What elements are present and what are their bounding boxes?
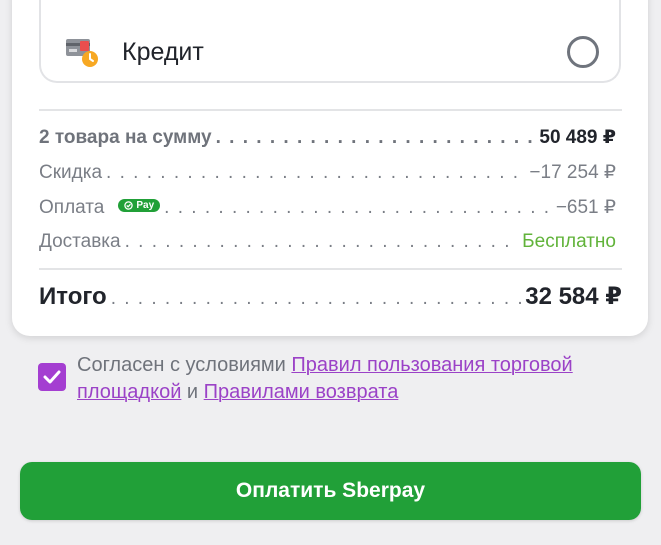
agreement-conjunction: и bbox=[181, 381, 204, 403]
payment-label: Оплата bbox=[39, 197, 105, 218]
agreement-checkbox[interactable] bbox=[38, 363, 66, 391]
summary-divider-bottom bbox=[39, 268, 622, 270]
summary-divider-top bbox=[39, 109, 622, 111]
sber-check-icon bbox=[124, 201, 134, 210]
pay-sberpay-button[interactable]: Оплатить Sberpay bbox=[20, 462, 641, 520]
summary-row-delivery: Доставка Бесплатно bbox=[39, 231, 616, 253]
leader-dots bbox=[164, 197, 552, 219]
leader-dots bbox=[111, 288, 522, 310]
credit-option-radio[interactable] bbox=[567, 36, 599, 68]
delivery-value: Бесплатно bbox=[522, 231, 616, 252]
total-label: Итого bbox=[39, 283, 107, 310]
leader-dots bbox=[125, 231, 519, 253]
agreement-prefix: Согласен с условиями bbox=[77, 354, 292, 376]
delivery-label: Доставка bbox=[39, 231, 121, 252]
total-value: 32 584 ₽ bbox=[525, 283, 622, 310]
checkmark-icon bbox=[43, 370, 61, 384]
leader-dots bbox=[216, 127, 536, 149]
payment-value: −651 ₽ bbox=[555, 197, 616, 218]
credit-option-label: Кредит bbox=[122, 38, 204, 66]
items-label: 2 товара на сумму bbox=[39, 127, 212, 148]
summary-row-items: 2 товара на сумму 50 489 ₽ bbox=[39, 126, 616, 149]
sberpay-badge: Pay bbox=[118, 199, 161, 212]
summary-row-discount: Скидка −17 254 ₽ bbox=[39, 161, 616, 184]
credit-card-clock-icon bbox=[64, 36, 102, 68]
summary-row-total: Итого 32 584 ₽ bbox=[39, 282, 622, 311]
returns-link[interactable]: Правилами возврата bbox=[204, 381, 399, 403]
summary-row-payment: Оплата Pay −651 ₽ bbox=[39, 196, 616, 219]
items-value: 50 489 ₽ bbox=[539, 127, 616, 148]
leader-dots bbox=[106, 162, 525, 184]
discount-label: Скидка bbox=[39, 162, 103, 183]
agreement-text: Согласен с условиями Правил пользования … bbox=[77, 352, 617, 406]
sberpay-badge-label: Pay bbox=[136, 200, 155, 211]
discount-value: −17 254 ₽ bbox=[529, 162, 616, 183]
